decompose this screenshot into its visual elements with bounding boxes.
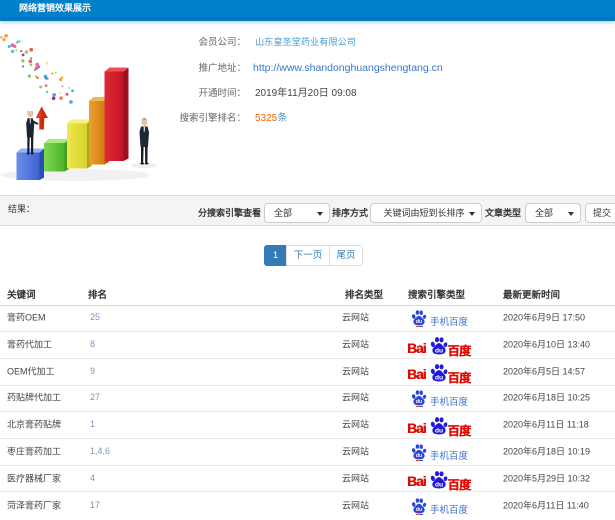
svg-text:du: du: [416, 320, 422, 326]
svg-text:du: du: [435, 428, 443, 435]
svg-text:du: du: [435, 374, 443, 381]
svg-text:du: du: [435, 481, 443, 488]
svg-text:du: du: [416, 453, 422, 459]
svg-text:du: du: [416, 400, 422, 406]
svg-text:du: du: [435, 348, 443, 355]
svg-text:du: du: [416, 507, 422, 513]
